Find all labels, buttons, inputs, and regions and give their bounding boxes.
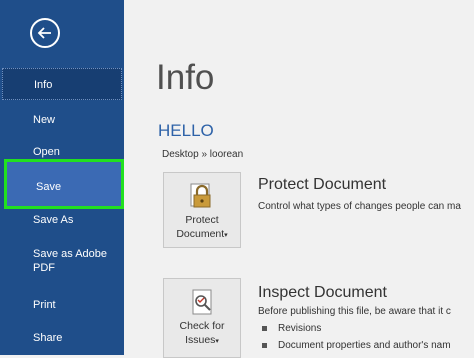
bullet-text: Revisions	[278, 323, 322, 334]
info-panel: Info HELLO Desktop » loorean Protect Doc…	[124, 0, 474, 358]
list-item: Document properties and author's nam	[262, 340, 451, 351]
bullet-icon	[262, 325, 267, 331]
protect-button-line2: Document	[176, 228, 225, 240]
protect-document-description: Control what types of changes people can…	[258, 201, 461, 212]
list-item: Revisions	[262, 323, 321, 334]
sidebar-item-open[interactable]: Open	[0, 146, 124, 158]
inspect-button-line2: Issues	[185, 334, 216, 346]
chevron-down-icon: ▾	[224, 232, 228, 239]
inspect-document-description: Before publishing this file, be aware th…	[258, 306, 451, 317]
back-button[interactable]	[30, 18, 60, 48]
inspect-document-icon	[192, 289, 212, 315]
sidebar-item-print[interactable]: Print	[0, 297, 124, 313]
protect-document-button[interactable]: Protect Document▾	[163, 172, 241, 248]
protect-document-title: Protect Document	[258, 176, 387, 193]
document-name: HELLO	[158, 121, 214, 140]
sidebar-item-new[interactable]: New	[0, 112, 124, 128]
sidebar-item-save-as[interactable]: Save As	[0, 212, 124, 228]
bullet-icon	[262, 342, 267, 348]
chevron-down-icon: ▾	[215, 338, 219, 345]
page-title: Info	[156, 58, 215, 97]
back-arrow-icon	[37, 27, 51, 39]
check-for-issues-button[interactable]: Check for Issues▾	[163, 278, 241, 358]
sidebar-item-info[interactable]: Info	[2, 68, 122, 100]
lock-key-icon	[190, 183, 211, 208]
protect-button-line1: Protect	[185, 214, 219, 226]
sidebar-item-save-as-adobe-pdf[interactable]: Save as Adobe PDF	[0, 247, 110, 275]
inspect-button-line1: Check for	[179, 320, 225, 332]
breadcrumb[interactable]: Desktop » loorean	[162, 149, 243, 160]
sidebar-item-share[interactable]: Share	[0, 330, 124, 346]
inspect-document-title: Inspect Document	[258, 284, 387, 301]
sidebar-item-save[interactable]: Save	[4, 159, 124, 209]
bullet-text: Document properties and author's nam	[278, 340, 451, 351]
backstage-sidebar: Info New Open Save Save As Save as Adobe…	[0, 0, 124, 355]
